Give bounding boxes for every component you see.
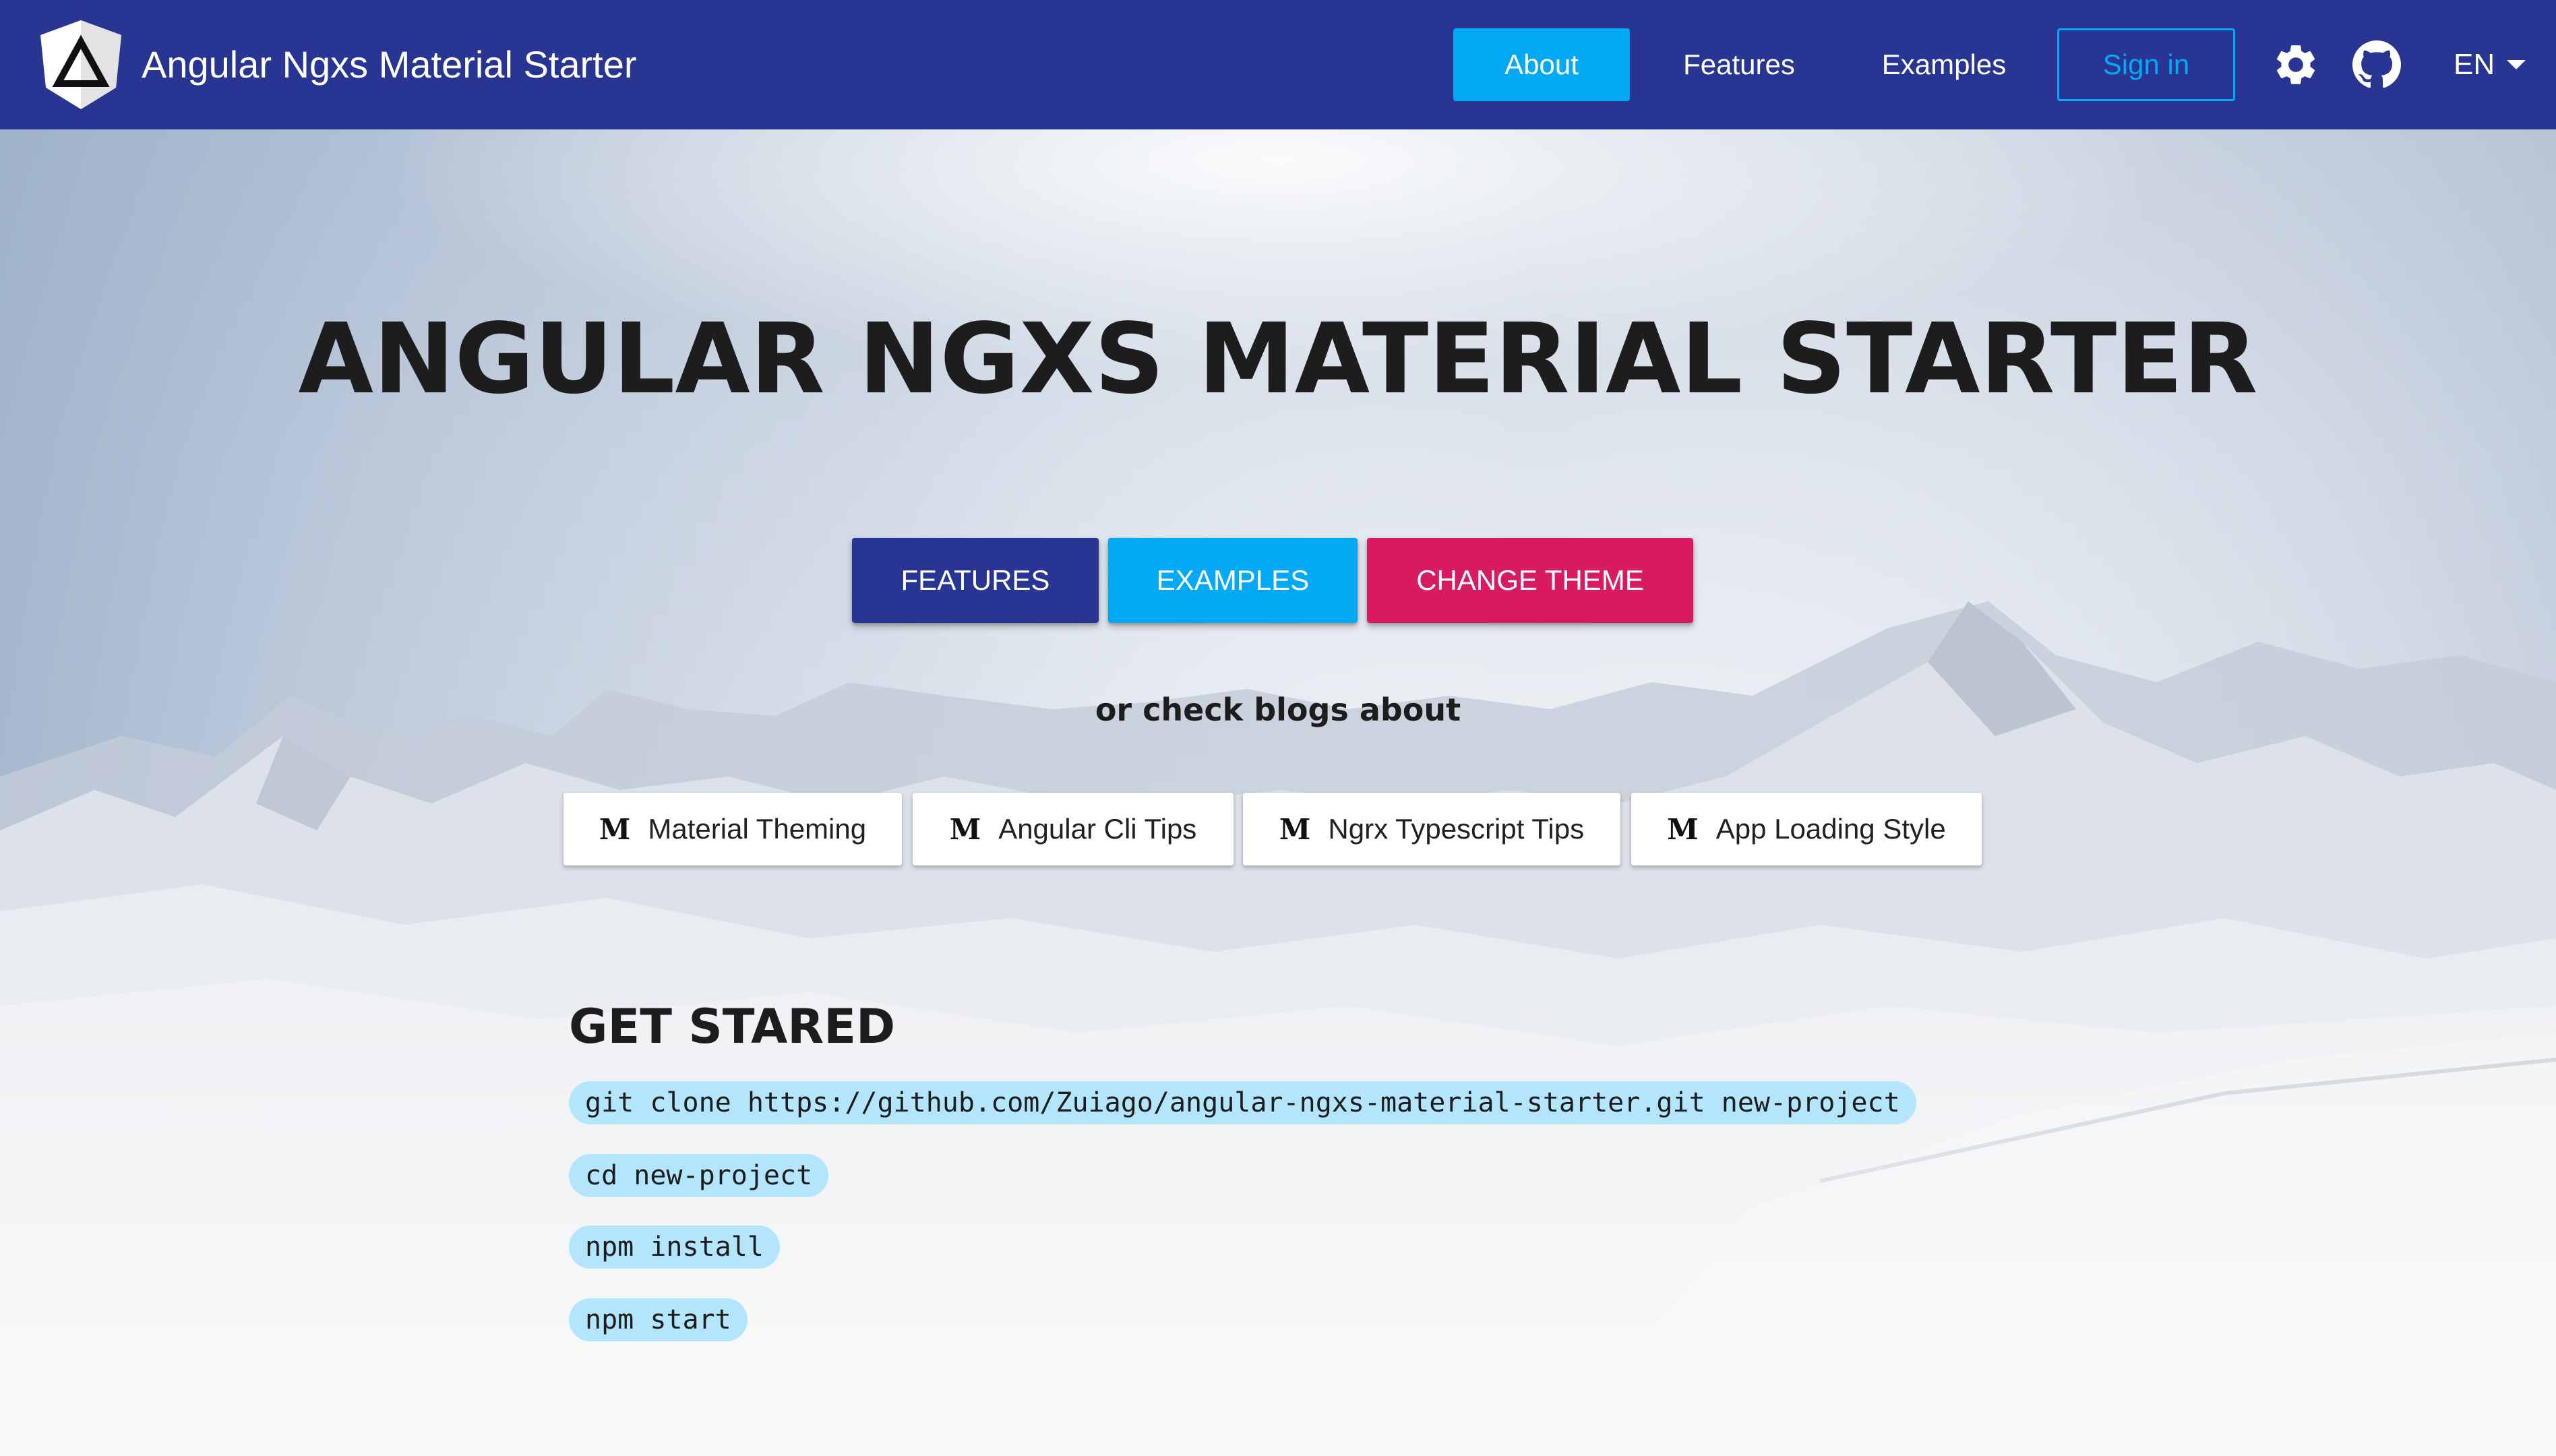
gear-icon[interactable] — [2272, 40, 2320, 89]
blog-app-loading-style-button[interactable]: M App Loading Style — [1631, 793, 1982, 866]
nav-about-button[interactable]: About — [1453, 28, 1630, 101]
caret-down-icon — [2507, 60, 2526, 69]
blog-label: App Loading Style — [1715, 813, 1946, 845]
nav-examples-button[interactable]: Examples — [1855, 28, 2033, 101]
blog-label: Material Theming — [648, 813, 867, 845]
command-cd: cd new-project — [569, 1154, 829, 1197]
language-select[interactable]: EN — [2454, 44, 2526, 85]
blog-label: Angular Cli Tips — [998, 813, 1197, 845]
medium-icon: M — [599, 812, 631, 846]
angular-logo-icon — [40, 20, 121, 109]
command-git-clone: git clone https://github.com/Zuiago/angu… — [569, 1081, 1916, 1124]
language-value: EN — [2454, 48, 2495, 81]
features-button[interactable]: FEATURES — [852, 538, 1099, 623]
brand[interactable]: Angular Ngxs Material Starter — [35, 18, 637, 112]
blog-material-theming-button[interactable]: M Material Theming — [564, 793, 902, 866]
blog-angular-cli-tips-button[interactable]: M Angular Cli Tips — [913, 793, 1234, 866]
blog-ngrx-typescript-tips-button[interactable]: M Ngrx Typescript Tips — [1243, 793, 1620, 866]
page-title: ANGULAR NGXS MATERIAL STARTER — [298, 302, 2258, 415]
github-icon[interactable] — [2352, 40, 2401, 89]
blogs-label: or check blogs about — [1095, 692, 1461, 728]
command-npm-start: npm start — [569, 1298, 748, 1341]
examples-button[interactable]: EXAMPLES — [1108, 538, 1358, 623]
sign-in-button[interactable]: Sign in — [2057, 28, 2235, 101]
get-started-heading: GET STARED — [569, 999, 896, 1054]
medium-icon: M — [1279, 812, 1311, 846]
change-theme-button[interactable]: CHANGE THEME — [1367, 538, 1693, 623]
blog-label: Ngrx Typescript Tips — [1328, 813, 1585, 845]
medium-icon: M — [949, 812, 981, 846]
top-toolbar: Angular Ngxs Material Starter About Feat… — [0, 0, 2556, 129]
app-title: Angular Ngxs Material Starter — [142, 43, 637, 86]
medium-icon: M — [1667, 812, 1699, 846]
command-npm-install: npm install — [569, 1225, 780, 1269]
nav-features-button[interactable]: Features — [1653, 28, 1825, 101]
